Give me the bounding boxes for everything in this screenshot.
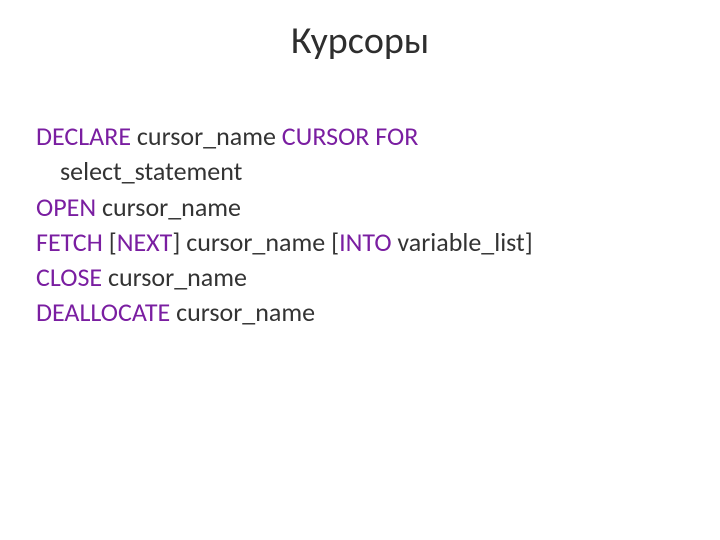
text-fetch-tail: variable_list] [392, 226, 533, 258]
keyword-deallocate: DEALLOCATE [36, 296, 170, 328]
code-block: DECLARE cursor_name CURSOR FOR select_st… [36, 120, 684, 330]
line-deallocate: DEALLOCATE cursor_name [36, 296, 684, 329]
slide: Курсоры DECLARE cursor_name CURSOR FOR s… [0, 0, 720, 540]
keyword-fetch: FETCH [36, 226, 103, 258]
keyword-into: INTO [339, 226, 391, 258]
keyword-next: NEXT [117, 226, 173, 258]
line-open: OPEN cursor_name [36, 191, 684, 224]
line-declare: DECLARE cursor_name CURSOR FOR [36, 120, 684, 153]
text-dealloc-arg: cursor_name [170, 296, 315, 328]
text-open-arg: cursor_name [96, 191, 241, 223]
keyword-close: CLOSE [36, 261, 102, 293]
keyword-declare: DECLARE [36, 120, 131, 152]
text-bracket-open: [ [103, 226, 117, 258]
keyword-cursor-for: CURSOR FOR [282, 120, 419, 152]
text-select-statement: select_statement [60, 155, 242, 187]
line-close: CLOSE cursor_name [36, 261, 684, 294]
line-select-statement: select_statement [36, 155, 684, 188]
keyword-open: OPEN [36, 191, 96, 223]
text-close-arg: cursor_name [102, 261, 247, 293]
line-fetch: FETCH [NEXT] cursor_name [INTO variable_… [36, 226, 684, 259]
text-cursor-name: cursor_name [131, 120, 282, 152]
text-fetch-mid: ] cursor_name [ [172, 226, 339, 258]
slide-title: Курсоры [0, 0, 720, 64]
